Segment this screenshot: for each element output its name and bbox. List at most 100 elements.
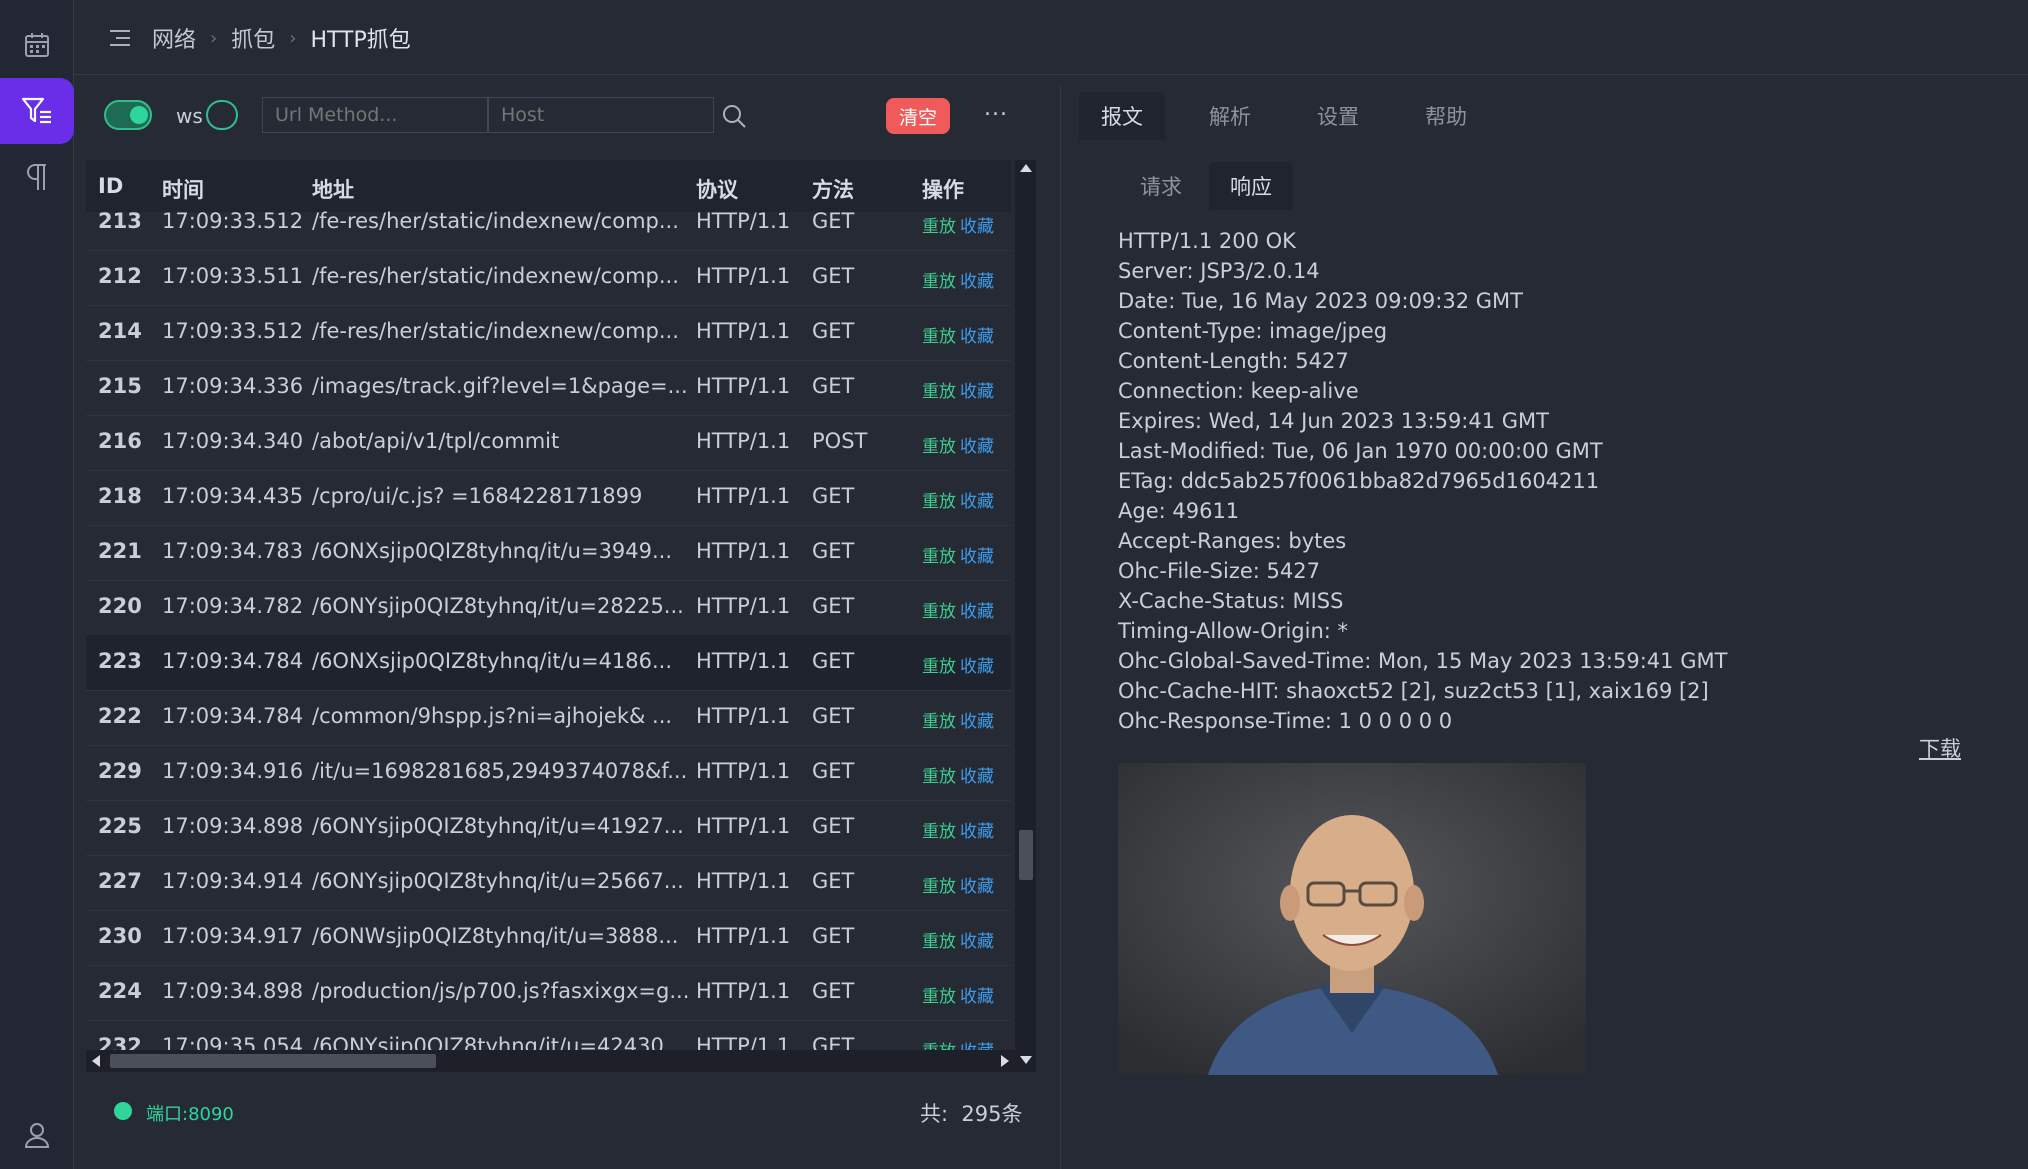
row-time: 17:09:34.782 bbox=[162, 594, 304, 618]
search-icon[interactable] bbox=[720, 102, 748, 130]
row-time: 17:09:34.340 bbox=[162, 429, 304, 453]
response-header-line: Ohc-Cache-HIT: shaoxct52 [2], suz2ct53 [… bbox=[1118, 679, 1709, 703]
response-header-line: Connection: keep-alive bbox=[1118, 379, 1359, 403]
replay-button[interactable]: 重放 bbox=[922, 987, 956, 1007]
table-row[interactable]: 221 17:09:34.783/6ONXsjip0QIZ8tyhnq/it/u=… bbox=[86, 525, 1011, 581]
url-method-input[interactable] bbox=[262, 97, 488, 133]
row-time: 17:09:34.435 bbox=[162, 484, 304, 508]
table-row[interactable]: 215 17:09:34.336/images/track.gif?level=1… bbox=[86, 360, 1011, 416]
favorite-button[interactable]: 收藏 bbox=[960, 437, 994, 457]
table-row[interactable]: 222 17:09:34.784/common/9hspp.js?ni=ajhoj… bbox=[86, 690, 1011, 746]
table-row[interactable]: 225 17:09:34.898/6ONYsjip0QIZ8tyhnq/it/u=… bbox=[86, 800, 1011, 856]
row-id: 214 bbox=[98, 319, 142, 343]
replay-button[interactable]: 重放 bbox=[922, 712, 956, 732]
table-row[interactable]: 227 17:09:34.914/6ONYsjip0QIZ8tyhnq/it/u=… bbox=[86, 855, 1011, 911]
tab-request[interactable]: 请求 bbox=[1119, 162, 1203, 210]
table-row[interactable]: 213 17:09:33.512/fe-res/her/static/indexn… bbox=[86, 195, 1011, 251]
row-actions: 重放收藏 bbox=[922, 322, 994, 347]
favorite-button[interactable]: 收藏 bbox=[960, 767, 994, 787]
sidebar-item-paragraph[interactable] bbox=[0, 144, 73, 210]
row-time: 17:09:34.916 bbox=[162, 759, 304, 783]
table-row[interactable]: 220 17:09:34.782/6ONYsjip0QIZ8tyhnq/it/u=… bbox=[86, 580, 1011, 636]
replay-button[interactable]: 重放 bbox=[922, 657, 956, 677]
row-method: GET bbox=[812, 539, 855, 563]
replay-button[interactable]: 重放 bbox=[922, 547, 956, 567]
tab-parse[interactable]: 解析 bbox=[1187, 92, 1273, 140]
favorite-button[interactable]: 收藏 bbox=[960, 382, 994, 402]
breadcrumb-item[interactable]: 网络 bbox=[152, 22, 196, 54]
scroll-right-icon[interactable] bbox=[1001, 1055, 1009, 1067]
table-row[interactable]: 229 17:09:34.916/it/u=1698281685,29493740… bbox=[86, 745, 1011, 801]
vertical-scrollbar[interactable] bbox=[1015, 160, 1036, 1072]
host-input[interactable] bbox=[488, 97, 714, 133]
table-row[interactable]: 214 17:09:33.512/fe-res/her/static/indexn… bbox=[86, 305, 1011, 361]
row-id: 220 bbox=[98, 594, 142, 618]
tab-settings[interactable]: 设置 bbox=[1295, 92, 1381, 140]
replay-button[interactable]: 重放 bbox=[922, 492, 956, 512]
ws-toggle[interactable] bbox=[206, 100, 238, 130]
favorite-button[interactable]: 收藏 bbox=[960, 712, 994, 732]
response-header-line: Content-Length: 5427 bbox=[1118, 349, 1349, 373]
replay-button[interactable]: 重放 bbox=[922, 382, 956, 402]
row-id: 222 bbox=[98, 704, 142, 728]
favorite-button[interactable]: 收藏 bbox=[960, 822, 994, 842]
replay-button[interactable]: 重放 bbox=[922, 877, 956, 897]
favorite-button[interactable]: 收藏 bbox=[960, 877, 994, 897]
row-time: 17:09:34.914 bbox=[162, 869, 304, 893]
horizontal-scrollbar[interactable] bbox=[86, 1050, 1015, 1072]
table-row[interactable]: 216 17:09:34.340/abot/api/v1/tpl/commit HT… bbox=[86, 415, 1011, 471]
response-header-line: Ohc-Global-Saved-Time: Mon, 15 May 2023 … bbox=[1118, 649, 1728, 673]
capture-table: ID 时间 地址 协议 方法 操作 213 17:09:33.512/fe-res… bbox=[86, 160, 1036, 1072]
response-header-line: Server: JSP3/2.0.14 bbox=[1118, 259, 1320, 283]
replay-button[interactable]: 重放 bbox=[922, 602, 956, 622]
detail-panel: 报文 解析 设置 帮助 请求 响应 HTTP/1.1 200 OK Server:… bbox=[1060, 86, 2028, 1169]
favorite-button[interactable]: 收藏 bbox=[960, 217, 994, 237]
row-id: 213 bbox=[98, 209, 142, 233]
favorite-button[interactable]: 收藏 bbox=[960, 327, 994, 347]
table-row[interactable]: 224 17:09:34.898/production/js/p700.js?fa… bbox=[86, 965, 1011, 1021]
tab-response[interactable]: 响应 bbox=[1209, 162, 1293, 210]
table-row[interactable]: 218 17:09:34.435/cpro/ui/c.js? =168422817… bbox=[86, 470, 1011, 526]
row-protocol: HTTP/1.1 bbox=[696, 869, 791, 893]
replay-button[interactable]: 重放 bbox=[922, 932, 956, 952]
favorite-button[interactable]: 收藏 bbox=[960, 657, 994, 677]
row-address: /6ONYsjip0QIZ8tyhnq/it/u=25667... bbox=[312, 869, 684, 893]
favorite-button[interactable]: 收藏 bbox=[960, 987, 994, 1007]
row-time: 17:09:34.898 bbox=[162, 979, 304, 1003]
row-actions: 重放收藏 bbox=[922, 487, 994, 512]
download-link[interactable]: 下载 bbox=[1919, 733, 1961, 763]
replay-button[interactable]: 重放 bbox=[922, 822, 956, 842]
top-bar: 网络 › 抓包 › HTTP抓包 bbox=[74, 0, 2028, 75]
row-time: 17:09:34.917 bbox=[162, 924, 304, 948]
scroll-down-icon[interactable] bbox=[1020, 1056, 1032, 1064]
scroll-up-icon[interactable] bbox=[1020, 164, 1032, 172]
sidebar-item-filter[interactable] bbox=[0, 78, 74, 144]
clear-button[interactable]: 清空 bbox=[886, 98, 950, 134]
favorite-button[interactable]: 收藏 bbox=[960, 272, 994, 292]
horizontal-scroll-thumb[interactable] bbox=[110, 1054, 436, 1068]
replay-button[interactable]: 重放 bbox=[922, 437, 956, 457]
vertical-scroll-thumb[interactable] bbox=[1019, 830, 1033, 880]
row-actions: 重放收藏 bbox=[922, 762, 994, 787]
sidebar-user[interactable] bbox=[0, 1102, 73, 1168]
breadcrumb-item[interactable]: 抓包 bbox=[231, 22, 275, 54]
more-button[interactable]: ... bbox=[984, 96, 1008, 121]
tab-help[interactable]: 帮助 bbox=[1403, 92, 1489, 140]
favorite-button[interactable]: 收藏 bbox=[960, 932, 994, 952]
response-header-line: Ohc-File-Size: 5427 bbox=[1118, 559, 1320, 583]
menu-icon[interactable] bbox=[108, 28, 132, 48]
favorite-button[interactable]: 收藏 bbox=[960, 492, 994, 512]
replay-button[interactable]: 重放 bbox=[922, 272, 956, 292]
tab-message[interactable]: 报文 bbox=[1079, 92, 1165, 140]
table-row[interactable]: 230 17:09:34.917/6ONWsjip0QIZ8tyhnq/it/u=… bbox=[86, 910, 1011, 966]
replay-button[interactable]: 重放 bbox=[922, 327, 956, 347]
table-row[interactable]: 212 17:09:33.511/fe-res/her/static/indexn… bbox=[86, 250, 1011, 306]
capture-toggle[interactable] bbox=[104, 100, 152, 130]
favorite-button[interactable]: 收藏 bbox=[960, 602, 994, 622]
favorite-button[interactable]: 收藏 bbox=[960, 547, 994, 567]
replay-button[interactable]: 重放 bbox=[922, 767, 956, 787]
table-row[interactable]: 223 17:09:34.784/6ONXsjip0QIZ8tyhnq/it/u=… bbox=[86, 635, 1011, 691]
replay-button[interactable]: 重放 bbox=[922, 217, 956, 237]
sidebar-item-calendar[interactable] bbox=[0, 12, 73, 78]
scroll-left-icon[interactable] bbox=[92, 1055, 100, 1067]
